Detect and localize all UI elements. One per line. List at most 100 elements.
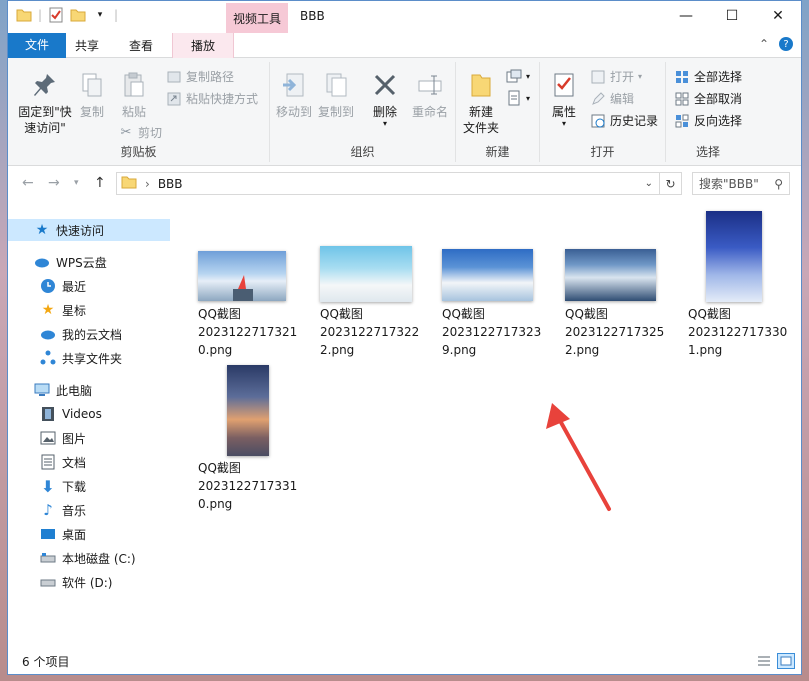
file-name[interactable]: QQ截图 2023122717322 2.png <box>320 305 419 359</box>
tab-play[interactable]: 播放 <box>172 33 234 58</box>
copy-to-button[interactable]: 复制到 <box>316 70 356 120</box>
invert-selection-icon <box>674 113 690 129</box>
title-bar: | ▾ | 视频工具 BBB — ☐ ✕ <box>8 1 801 33</box>
file-thumbnail[interactable] <box>442 249 533 301</box>
clock-icon <box>40 278 56 294</box>
invert-selection-button[interactable]: 反向选择 <box>674 112 742 129</box>
nav-starred[interactable]: ★ 星标 <box>8 299 86 321</box>
select-all-button[interactable]: 全部选择 <box>674 68 742 85</box>
back-arrow-icon[interactable]: ← <box>22 175 34 191</box>
file-name[interactable]: QQ截图 2023122717331 0.png <box>198 459 297 513</box>
breadcrumb-chevron-icon[interactable]: › <box>145 177 150 191</box>
new-folder-icon[interactable] <box>70 7 86 23</box>
customize-dropdown-icon[interactable]: ▾ <box>92 7 108 23</box>
easy-access-dropdown-icon: ▾ <box>526 93 531 103</box>
view-switcher <box>755 653 795 669</box>
select-all-icon <box>674 69 690 85</box>
maximize-icon[interactable]: ☐ <box>709 1 755 31</box>
properties-checkmark-icon[interactable] <box>48 7 64 23</box>
file-name[interactable]: QQ截图 2023122717323 9.png <box>442 305 541 359</box>
address-dropdown-icon[interactable]: ⌄ <box>645 178 653 189</box>
rename-icon <box>416 70 444 100</box>
tab-share[interactable]: 共享 <box>60 33 114 58</box>
file-name[interactable]: QQ截图 2023122717330 1.png <box>688 305 787 359</box>
star-icon: ★ <box>35 222 49 238</box>
nav-my-cloud-docs[interactable]: 我的云文档 <box>8 323 122 345</box>
forward-arrow-icon[interactable]: → <box>48 175 60 191</box>
pin-icon <box>31 70 59 100</box>
copy-path-button[interactable]: 复制路径 <box>166 68 234 85</box>
rename-button[interactable]: 重命名 <box>406 70 454 120</box>
paste-button[interactable]: 粘贴 <box>116 70 152 120</box>
history-icon <box>590 113 606 129</box>
nav-software-disk-d[interactable]: 软件 (D:) <box>8 571 112 593</box>
file-thumbnail[interactable] <box>227 365 269 456</box>
open-button[interactable]: 打开 ▾ <box>590 68 642 85</box>
item-count: 6 个项目 <box>22 654 70 669</box>
paste-shortcut-button[interactable]: 粘贴快捷方式 <box>166 90 258 107</box>
move-to-icon <box>280 70 308 100</box>
close-icon[interactable]: ✕ <box>755 1 801 31</box>
share-nodes-icon <box>40 350 56 366</box>
up-arrow-icon[interactable]: ↑ <box>94 175 106 191</box>
new-folder-button[interactable]: 新建 文件夹 <box>460 70 502 136</box>
file-name[interactable]: QQ截图 2023122717321 0.png <box>198 305 297 359</box>
group-label-clipboard: 剪贴板 <box>120 145 157 159</box>
delete-x-icon <box>371 70 399 100</box>
nav-downloads[interactable]: ⬇ 下载 <box>8 475 86 497</box>
group-clipboard: 固定到"快 速访问" 复制 粘贴 复制路径 粘贴快捷方式 ✂ 剪切 剪贴板 <box>8 62 270 162</box>
file-thumbnail[interactable] <box>198 251 286 301</box>
nav-shared-folder[interactable]: 共享文件夹 <box>8 347 122 369</box>
recent-locations-dropdown-icon[interactable]: ▾ <box>74 178 79 188</box>
delete-button[interactable]: 删除 ▾ <box>370 70 400 128</box>
nav-pictures[interactable]: 图片 <box>8 427 86 449</box>
nav-documents[interactable]: 文档 <box>8 451 86 473</box>
nav-videos[interactable]: Videos <box>8 403 102 425</box>
copy-button[interactable]: 复制 <box>76 70 108 120</box>
edit-button[interactable]: 编辑 <box>590 90 634 107</box>
nav-wps-cloud[interactable]: WPS云盘 <box>8 251 107 273</box>
large-icons-view-icon[interactable] <box>777 653 795 669</box>
nav-this-pc[interactable]: 此电脑 <box>8 379 92 401</box>
search-icon: ⚲ <box>774 176 783 191</box>
breadcrumb-current[interactable]: BBB <box>158 177 183 191</box>
search-input[interactable]: 搜索"BBB" ⚲ <box>692 172 790 195</box>
collapse-ribbon-icon[interactable]: ⌃ <box>759 37 769 51</box>
scissors-icon: ✂ <box>120 125 132 140</box>
annotation-arrow <box>546 403 611 511</box>
file-name[interactable]: QQ截图 2023122717325 2.png <box>565 305 664 359</box>
ribbon-home: 固定到"快 速访问" 复制 粘贴 复制路径 粘贴快捷方式 ✂ 剪切 剪贴板 移动… <box>8 58 801 166</box>
file-thumbnail[interactable] <box>565 249 656 301</box>
cut-button[interactable]: ✂ 剪切 <box>118 124 162 141</box>
tab-view[interactable]: 查看 <box>114 33 168 58</box>
refresh-icon[interactable]: ↻ <box>660 172 682 195</box>
nav-local-disk-c[interactable]: 本地磁盘 (C:) <box>8 547 136 569</box>
cloud-icon <box>40 326 56 342</box>
cloud-icon <box>34 254 50 270</box>
select-none-button[interactable]: 全部取消 <box>674 90 742 107</box>
delete-dropdown-icon[interactable]: ▾ <box>383 120 387 128</box>
nav-quick-access[interactable]: ★ 快速访问 <box>8 219 170 241</box>
address-input[interactable]: › BBB ⌄ <box>116 172 660 195</box>
details-view-icon[interactable] <box>755 653 773 669</box>
pin-to-quick-access-button[interactable]: 固定到"快 速访问" <box>14 70 76 136</box>
properties-button[interactable]: 属性 ▾ <box>546 70 582 128</box>
move-to-button[interactable]: 移动到 <box>274 70 314 120</box>
properties-dropdown-icon[interactable]: ▾ <box>562 120 566 128</box>
star-icon: ★ <box>41 302 55 318</box>
nav-desktop[interactable]: 桌面 <box>8 523 86 545</box>
easy-access-button[interactable]: ▾ <box>506 90 530 106</box>
copy-icon <box>78 70 106 100</box>
tab-file[interactable]: 文件 <box>8 33 66 58</box>
file-thumbnail[interactable] <box>320 246 412 302</box>
help-icon[interactable]: ? <box>779 37 793 51</box>
desktop-icon <box>40 526 56 542</box>
file-thumbnail[interactable] <box>706 211 762 302</box>
nav-recent[interactable]: 最近 <box>8 275 86 297</box>
history-button[interactable]: 历史记录 <box>590 112 658 129</box>
folder-icon <box>16 7 32 23</box>
nav-music[interactable]: ♪ 音乐 <box>8 499 86 521</box>
group-label-open: 打开 <box>590 145 615 159</box>
new-item-button[interactable]: ▾ <box>506 68 530 84</box>
minimize-icon[interactable]: — <box>663 1 709 31</box>
